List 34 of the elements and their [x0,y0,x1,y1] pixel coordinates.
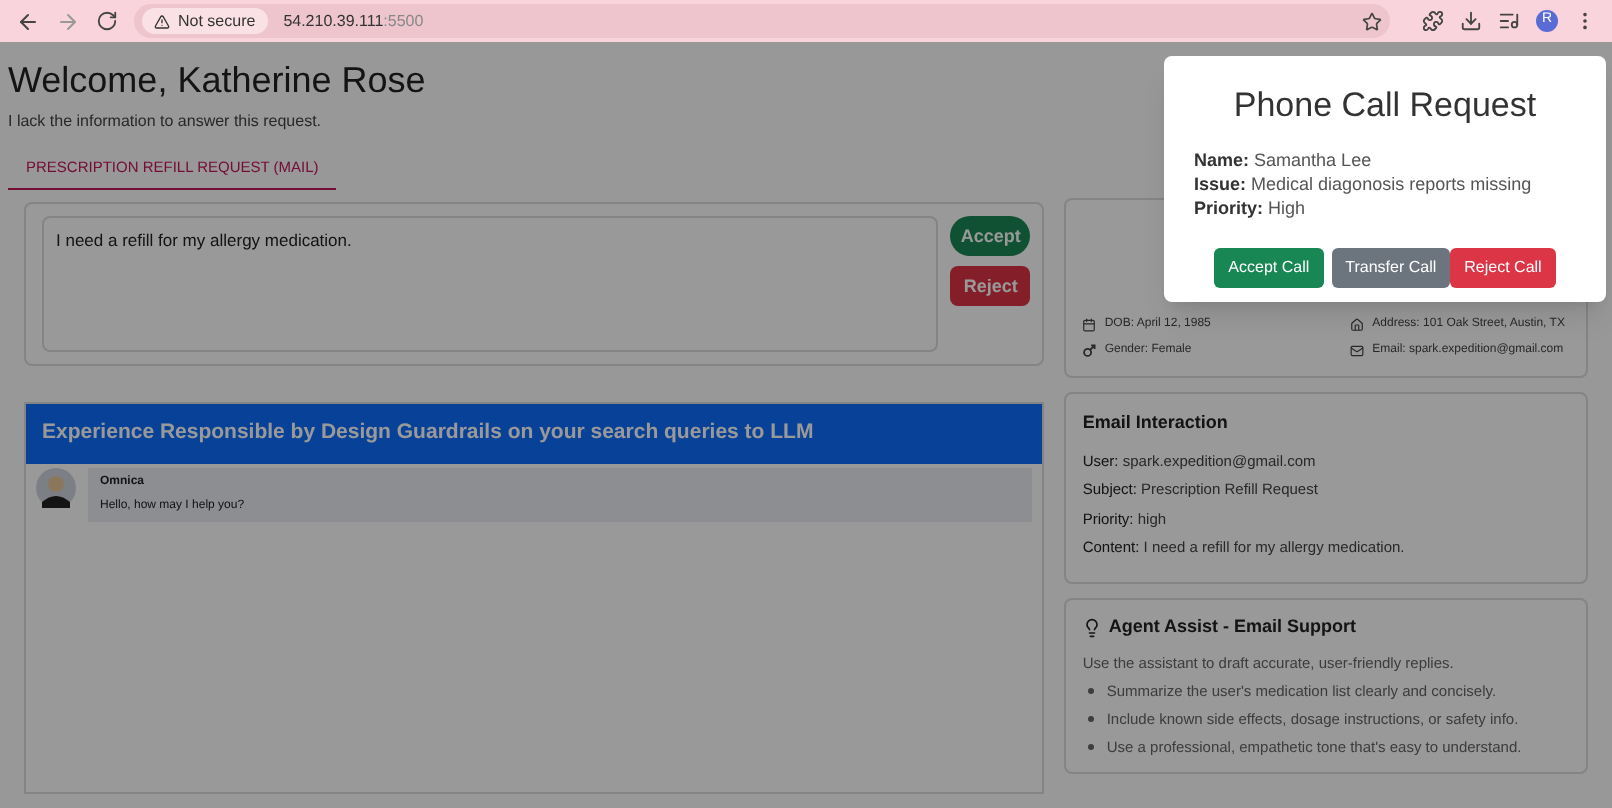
address-icon [1350,318,1365,333]
transfer-call-button[interactable]: Transfer Call [1331,247,1451,287]
reload-icon[interactable] [96,10,118,32]
avatar-icon [36,468,76,508]
assist-title: Agent Assist - Email Support [1108,614,1357,641]
address-bar[interactable]: Not secure 54.210.39.111:5500 [134,4,1390,38]
bullet-icon [1088,744,1095,751]
dob-icon [1082,318,1097,333]
accept-call-button[interactable]: Accept Call [1214,247,1324,287]
bullet-icon [1088,688,1095,695]
download-icon[interactable] [1460,10,1482,32]
call-field: Name: Samantha Lee [1194,147,1532,171]
accept-button[interactable]: Accept [950,216,1031,257]
gender-icon [1082,344,1097,359]
chat-banner: Experience Responsible by Design Guardrails on your search queries to LLM [26,404,1043,464]
security-chip[interactable]: Not secure [142,8,268,34]
reject-button[interactable]: Reject [950,266,1031,307]
lightbulb-icon [1082,618,1103,638]
page-title: Welcome, Katherine Rose [8,58,428,102]
media-icon[interactable] [1498,10,1520,32]
warning-icon [154,13,170,29]
message-box[interactable]: I need a refill for my allergy medication. [42,216,939,353]
email-icon [1350,344,1365,359]
url-text: 54.210.39.111:5500 [283,9,424,33]
call-field: Issue: Medical diagonosis reports missing [1194,171,1532,195]
reject-call-button[interactable]: Reject Call [1450,247,1556,287]
dialog-title: Phone Call Request [1233,84,1537,128]
call-field: Priority: High [1194,195,1532,219]
extensions-icon[interactable] [1422,10,1444,32]
bullet-icon [1088,716,1095,723]
page-subtitle: I lack the information to answer this request. [8,110,324,134]
bookmark-star-icon[interactable] [1362,11,1382,31]
back-icon[interactable] [16,9,40,33]
email-title: Email Interaction [1082,410,1230,437]
